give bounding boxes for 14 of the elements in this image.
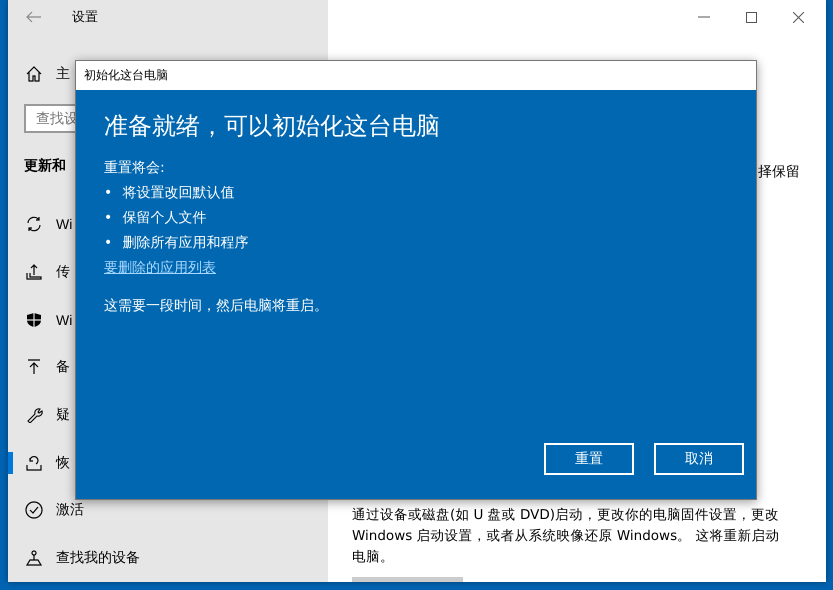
bullet-item: 将设置改回默认值: [122, 184, 234, 203]
bullet-mark: •: [104, 234, 112, 253]
dialog-title: 初始化这台电脑: [84, 67, 168, 84]
section-heading: 更新和: [23, 156, 66, 176]
description-text: 通过设备或磁盘(如 U 盘或 DVD)启动，更改你的电脑固件设置，更改 Windows 启动设置，或者从系统映像还原 Windows。 这将重新启动电脑。: [352, 506, 780, 567]
bullet-mark: •: [104, 209, 112, 228]
intro-text: 重置将会:: [104, 159, 166, 178]
window-title: 设置: [72, 8, 98, 26]
bullet-mark: •: [104, 184, 112, 203]
option-text: 择保留: [758, 163, 800, 181]
bullet-item: 删除所有应用和程序: [122, 234, 248, 253]
bullet-item: 保留个人文件: [122, 209, 206, 228]
dialog-heading: 准备就绪，可以初始化这台电脑: [104, 111, 441, 142]
note-text: 这需要一段时间，然后电脑将重启。: [104, 297, 329, 315]
